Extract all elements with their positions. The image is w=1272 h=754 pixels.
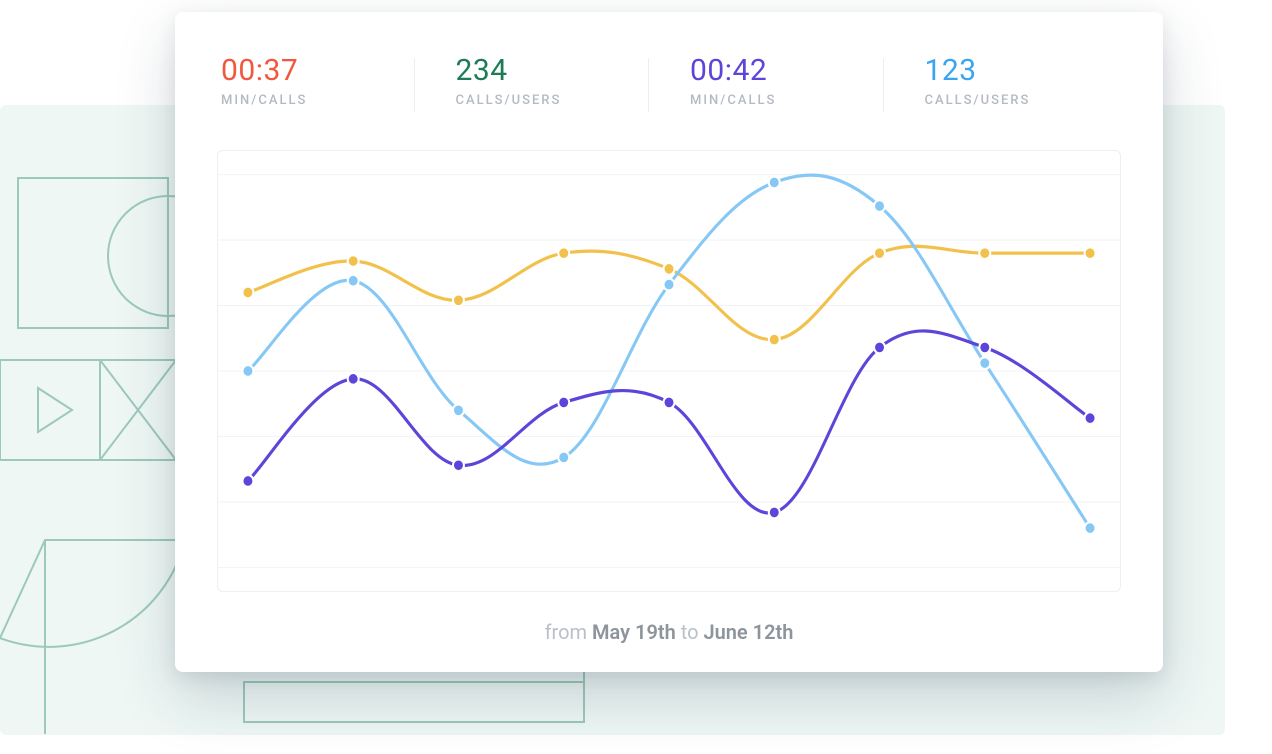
stat-label: CALLS/USERS (456, 93, 649, 108)
stat-value: 00:37 (221, 54, 414, 87)
stats-row: 00:37 MIN/CALLS 234 CALLS/USERS 00:42 MI… (217, 54, 1121, 108)
caption-prefix: from (545, 620, 592, 644)
stat-calls-users-2: 123 CALLS/USERS (883, 54, 1118, 108)
caption-end-date: June 12th (703, 620, 793, 644)
stat-value: 234 (456, 54, 649, 87)
stat-label: CALLS/USERS (925, 93, 1118, 108)
stat-calls-users-1: 234 CALLS/USERS (414, 54, 649, 108)
stat-label: MIN/CALLS (221, 93, 414, 108)
chart-area (217, 150, 1121, 592)
caption-mid: to (676, 620, 704, 644)
stat-min-calls-1: 00:37 MIN/CALLS (221, 54, 414, 108)
stat-min-calls-2: 00:42 MIN/CALLS (648, 54, 883, 108)
dashboard-card: 00:37 MIN/CALLS 234 CALLS/USERS 00:42 MI… (175, 12, 1163, 672)
stat-label: MIN/CALLS (690, 93, 883, 108)
stat-value: 00:42 (690, 54, 883, 87)
caption-start-date: May 19th (592, 620, 676, 644)
line-chart (218, 151, 1120, 591)
stat-value: 123 (925, 54, 1118, 87)
date-range-caption: from May 19th to June 12th (217, 620, 1121, 644)
